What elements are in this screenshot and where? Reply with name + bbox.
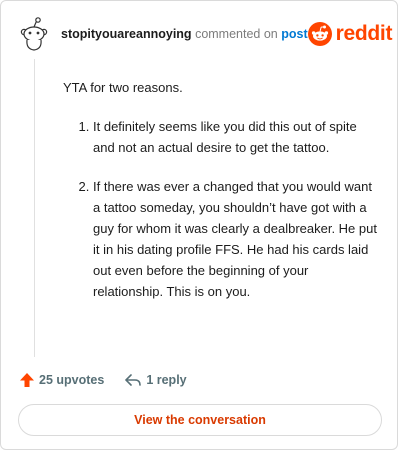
username-link[interactable]: stopityouareannoying	[61, 27, 192, 41]
snoo-avatar-icon[interactable]	[17, 17, 51, 51]
embedded-comment-card: stopityouareannoying commented on post r…	[0, 0, 398, 450]
reply-arrow-icon	[125, 374, 142, 386]
reddit-brand[interactable]: reddit	[307, 22, 393, 46]
comment-footer: 25 upvotes 1 reply	[19, 370, 207, 390]
list-item: It definitely seems like you did this ou…	[93, 116, 381, 158]
reply-count: 1 reply	[146, 373, 187, 387]
comment-intro: YTA for two reasons.	[63, 80, 183, 95]
action-text: commented on	[195, 27, 278, 41]
post-link[interactable]: post	[281, 27, 307, 41]
reddit-logo-icon	[307, 22, 332, 46]
comment-list: It definitely seems like you did this ou…	[63, 116, 381, 302]
upvote-button[interactable]: 25 upvotes	[19, 372, 104, 388]
upvote-count: 25 upvotes	[39, 373, 105, 387]
comment-body: YTA for two reasons. It definitely seems…	[63, 77, 381, 320]
view-conversation-label: View the conversation	[134, 413, 266, 427]
reddit-wordmark: reddit	[335, 22, 393, 45]
comment-meta: stopityouareannoying commented on post	[61, 27, 308, 41]
thread-line	[34, 59, 35, 357]
view-conversation-button[interactable]: View the conversation	[18, 404, 382, 436]
reply-button[interactable]: 1 reply	[124, 372, 187, 388]
upvote-arrow-icon	[20, 373, 34, 387]
list-item: If there was ever a changed that you wou…	[93, 176, 381, 302]
comment-header: stopityouareannoying commented on post r…	[17, 17, 392, 51]
